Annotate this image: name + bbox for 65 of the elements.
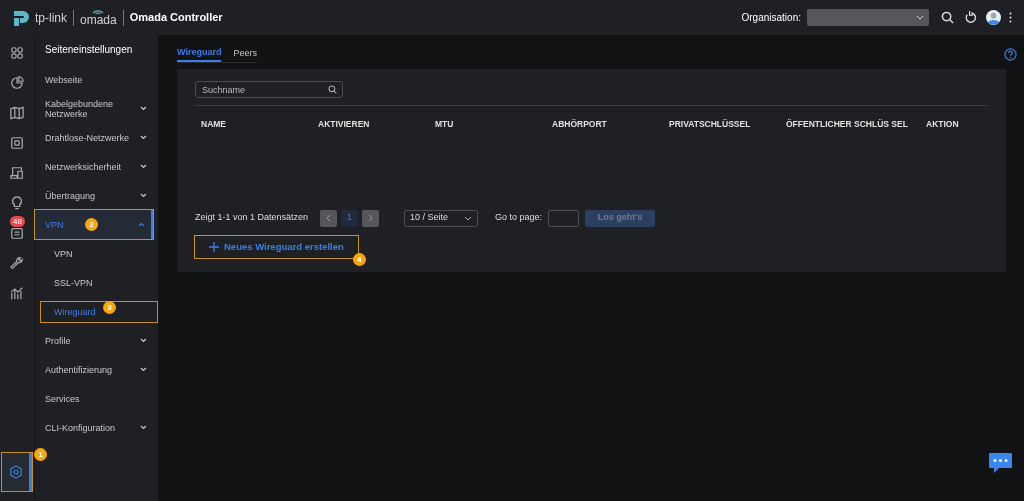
records-summary: Zeigt 1-1 von 1 Datensätzen — [195, 211, 309, 225]
devices-icon[interactable] — [10, 166, 24, 180]
product-logo-text: omada — [80, 14, 117, 26]
column-header: NAME — [201, 117, 228, 130]
avatar-icon[interactable] — [986, 10, 1001, 25]
tab[interactable]: Peers — [233, 45, 257, 62]
wrench-icon[interactable] — [10, 256, 24, 270]
chevron-left-icon — [326, 214, 332, 222]
chevron-down-icon — [140, 367, 147, 372]
wifi-icon — [92, 9, 105, 14]
chevron-right-icon — [368, 214, 374, 222]
chevron-down-icon — [916, 15, 924, 20]
sidebar-item[interactable]: CLI-Konfiguration — [35, 413, 153, 442]
sidebar-item[interactable]: Webseite — [35, 65, 153, 94]
app-title: Omada Controller — [129, 10, 223, 26]
tab[interactable]: Wireguard — [177, 45, 222, 62]
chevron-down-icon — [140, 338, 147, 343]
column-header: AKTIVIEREN — [318, 117, 371, 130]
chevron-down-icon — [140, 164, 147, 169]
brand-logo-text: tp-link — [35, 9, 67, 27]
column-header: ÖFFENTLICHER SCHLÜS SEL — [786, 117, 909, 130]
column-header: AKTION — [926, 117, 960, 130]
chat-icon[interactable] — [988, 452, 1013, 474]
chevron-up-icon — [138, 222, 145, 227]
callout-badge: 3 — [103, 301, 116, 314]
page-size-select[interactable]: 10 / Seite — [404, 209, 479, 227]
dashboard-icon[interactable] — [10, 46, 24, 60]
organisation-label: Organisation: — [741, 11, 801, 25]
chevron-down-icon — [140, 425, 147, 430]
search-icon — [328, 85, 337, 94]
page-button[interactable]: 1 — [341, 209, 359, 227]
sidebar-title: Seiteneinstellungen — [44, 43, 134, 57]
sidebar-item[interactable]: Übertragung — [35, 181, 153, 210]
sidebar-item[interactable]: SSL-VPN — [41, 272, 157, 293]
chevron-down-icon — [140, 135, 147, 140]
search-field[interactable]: Suchname — [195, 81, 343, 98]
go-to-page-label: Go to page: — [495, 211, 543, 225]
lightbulb-icon[interactable] — [10, 196, 24, 210]
pie-chart-icon[interactable] — [10, 76, 24, 90]
column-header: ABHÖRPORT — [552, 117, 608, 130]
sidebar-item[interactable]: Drahtlose-Netzwerke — [35, 123, 153, 152]
sidebar-item[interactable]: VPN — [41, 243, 157, 264]
help-icon[interactable] — [1004, 47, 1017, 61]
page-number-field[interactable] — [548, 209, 580, 227]
chevron-down-icon — [140, 193, 147, 198]
search-icon[interactable] — [941, 11, 954, 24]
sidebar-item[interactable]: Authentifizierung — [35, 355, 153, 384]
column-header: MTU — [435, 117, 455, 130]
sidebar-item[interactable]: Services — [35, 384, 153, 413]
statistics-icon[interactable] — [10, 286, 24, 300]
map-icon[interactable] — [10, 106, 24, 120]
more-icon[interactable] — [1009, 12, 1012, 23]
log-icon[interactable] — [10, 226, 24, 240]
chevron-down-icon — [140, 106, 147, 111]
device-icon[interactable] — [10, 136, 24, 150]
plus-icon — [209, 242, 219, 252]
sidebar-item[interactable]: Kabelgebundene Netzwerke — [35, 94, 153, 123]
settings-icon — [8, 465, 23, 479]
sidebar-item[interactable]: Netzwerksicherheit — [35, 152, 153, 181]
chevron-down-icon — [464, 215, 473, 221]
sidebar-item[interactable]: Profile — [35, 326, 153, 355]
settings-button[interactable] — [2, 453, 32, 491]
callout-badge: 4 — [352, 253, 366, 266]
notification-badge: 48 — [10, 216, 25, 227]
column-header: PRIVATSCHLÜSSEL — [669, 117, 752, 130]
